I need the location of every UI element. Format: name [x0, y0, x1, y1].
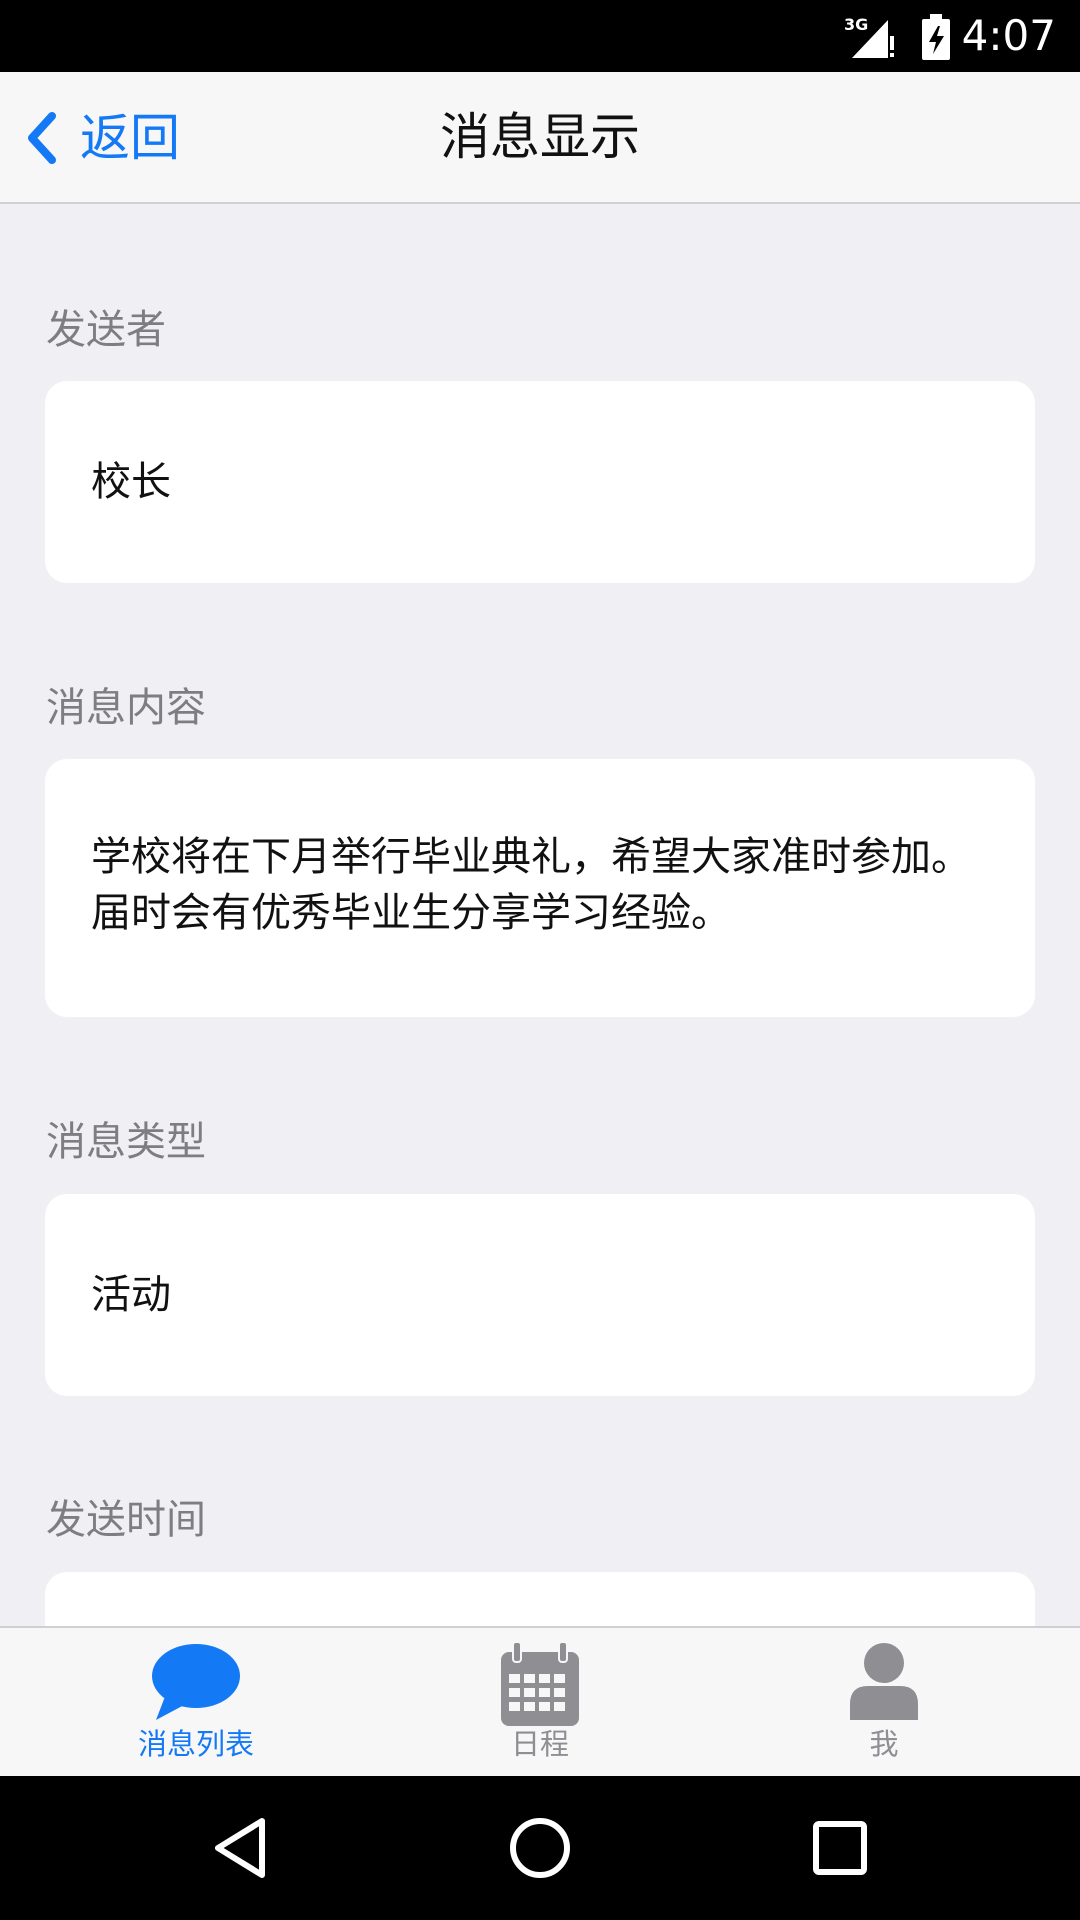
tab-message-list-label: 消息列表: [137, 1727, 254, 1761]
time-label: 发送时间: [46, 1497, 206, 1543]
type-value: 活动: [91, 1272, 171, 1318]
signal-3g-icon: 3G: [844, 15, 894, 58]
person-icon: [850, 1643, 918, 1720]
sender-label: 发送者: [46, 307, 166, 353]
battery-charging-icon: [922, 14, 950, 60]
tab-schedule-label: 日程: [510, 1727, 569, 1761]
message-detail-content[interactable]: 发送者 校长 消息内容 学校将在下月举行毕业典礼，希望大家准时参加。届时会有优秀…: [0, 204, 1080, 1626]
circle-home-icon: [510, 1818, 570, 1878]
system-recents-button[interactable]: [770, 1776, 910, 1920]
chat-bubble-icon: [152, 1644, 240, 1720]
tab-me[interactable]: 我: [764, 1628, 1004, 1778]
square-recents-icon: [813, 1821, 867, 1875]
type-card: 活动: [45, 1194, 1035, 1396]
tab-schedule[interactable]: 日程: [420, 1628, 660, 1778]
svg-text:3G: 3G: [844, 15, 868, 34]
time-card: [45, 1572, 1035, 1626]
page-title: 消息显示: [440, 108, 640, 166]
status-time: 4:07: [961, 11, 1056, 60]
content-value: 学校将在下月举行毕业典礼，希望大家准时参加。届时会有优秀毕业生分享学习经验。: [91, 834, 971, 936]
tab-bar: 消息列表 日程 我: [0, 1626, 1080, 1778]
content-card: 学校将在下月举行毕业典礼，希望大家准时参加。届时会有优秀毕业生分享学习经验。: [45, 759, 1035, 1017]
type-label: 消息类型: [46, 1119, 206, 1165]
navigation-bar: 返回 消息显示: [0, 72, 1080, 204]
content-label: 消息内容: [46, 685, 206, 731]
tab-me-label: 我: [869, 1727, 899, 1761]
status-bar: 3G 4:07: [0, 0, 1080, 72]
sender-card: 校长: [45, 381, 1035, 583]
system-back-button[interactable]: [170, 1776, 310, 1920]
calendar-icon: [501, 1642, 579, 1726]
system-navigation-bar: [0, 1776, 1080, 1920]
tab-message-list[interactable]: 消息列表: [76, 1628, 316, 1778]
triangle-back-icon: [215, 1818, 265, 1878]
system-home-button[interactable]: [470, 1776, 610, 1920]
sender-value: 校长: [91, 459, 171, 505]
